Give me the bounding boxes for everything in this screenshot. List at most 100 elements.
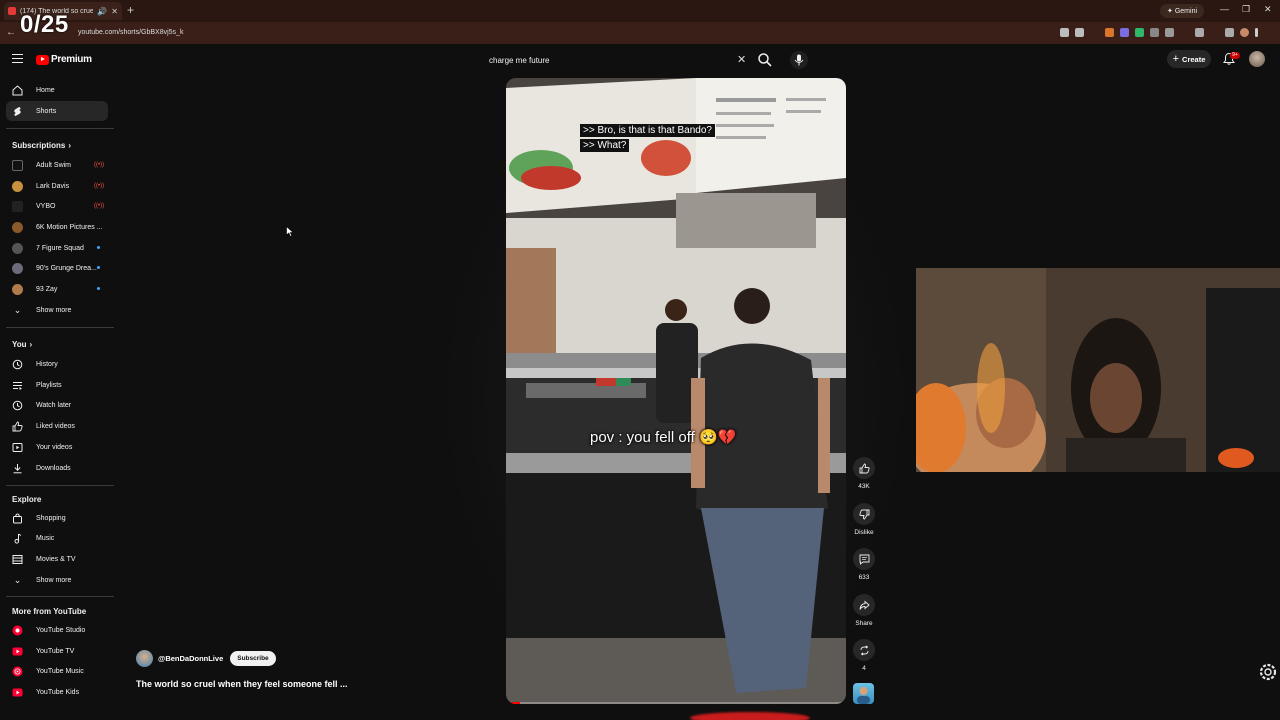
url-field[interactable]: youtube.com/shorts/GbBX8vj5s_k <box>78 29 183 36</box>
sidebar-item-home[interactable]: Home <box>6 80 108 100</box>
sound-thumbnail[interactable] <box>853 683 874 704</box>
watch-later-icon <box>12 400 23 410</box>
sidebar-sub-7-figure-squad[interactable]: 7 Figure Squad <box>6 238 108 258</box>
subscribe-button[interactable]: Subscribe <box>230 651 276 666</box>
browser-tab-bar: (174) The world so cruel wh 🔊 ✕ + ✦Gemin… <box>0 0 1280 22</box>
gear-icon[interactable] <box>1258 662 1278 682</box>
channel-avatar <box>12 242 23 254</box>
notification-badge: 9+ <box>1230 52 1240 59</box>
explore-show-more[interactable]: ⌄ Show more <box>6 570 108 590</box>
home-icon <box>12 84 23 95</box>
extension-icon[interactable] <box>1150 28 1159 37</box>
sidepanel-icon[interactable] <box>1195 28 1204 37</box>
sidebar-item-youtube-tv[interactable]: YouTube TV <box>6 641 108 661</box>
video-overlay-text: pov : you fell off 🥺💔 <box>590 429 737 446</box>
subscriptions-show-more[interactable]: ⌄ Show more <box>6 300 108 320</box>
restore-icon[interactable]: ❐ <box>1242 4 1250 15</box>
sidebar-sub-adult-swim[interactable]: Adult Swim ((•)) <box>6 155 108 175</box>
sidebar-item-label: Watch later <box>36 401 72 409</box>
sidebar-item-watch-later[interactable]: Watch later <box>6 395 108 415</box>
sidebar-item-history[interactable]: History <box>6 354 108 374</box>
sidebar-item-movies-tv[interactable]: Movies & TV <box>6 549 108 569</box>
sidebar-item-liked-videos[interactable]: Liked videos <box>6 416 108 436</box>
dislike-button[interactable]: Dislike <box>852 503 876 536</box>
comments-button[interactable]: 633 <box>852 548 876 581</box>
history-icon <box>12 359 23 369</box>
sidebar-item-shopping[interactable]: Shopping <box>6 508 108 528</box>
sidebar-sub-vybo[interactable]: VYBO ((•)) <box>6 196 108 216</box>
thumbs-up-icon <box>859 463 870 473</box>
remix-count: 4 <box>862 665 866 672</box>
sidebar-item-shorts[interactable]: Shorts <box>6 101 108 121</box>
subscription-label: Adult Swim <box>36 161 72 169</box>
sidebar-item-music[interactable]: Music <box>6 528 108 548</box>
sidebar-sub-6k-motion[interactable]: 6K Motion Pictures ... <box>6 217 108 237</box>
playlists-icon <box>13 381 22 390</box>
media-icon[interactable] <box>1225 28 1234 37</box>
bookmark-star-icon[interactable] <box>1075 28 1084 37</box>
subscription-label: Lark Davis <box>36 182 70 190</box>
puzzle-icon[interactable] <box>1165 28 1174 37</box>
sidebar-item-your-videos[interactable]: Your videos <box>6 437 108 457</box>
sidebar-item-youtube-music[interactable]: YouTube Music <box>6 661 108 681</box>
sidebar-sub-93-zay[interactable]: 93 Zay <box>6 279 108 299</box>
sound-avatar-icon <box>857 687 870 704</box>
speaker-icon[interactable]: 🔊 <box>97 7 107 16</box>
sidebar-item-youtube-kids[interactable]: YouTube Kids <box>6 682 108 702</box>
new-tab-icon[interactable]: + <box>127 3 134 17</box>
like-button[interactable]: 43K <box>852 457 876 490</box>
back-arrow-icon[interactable]: ← <box>6 27 16 38</box>
create-button[interactable]: + Create <box>1167 50 1211 68</box>
sidebar-item-downloads[interactable]: Downloads <box>6 458 108 478</box>
shorts-video-player[interactable]: >> Bro, is that is that Bando? >> What? … <box>506 78 846 704</box>
subscriptions-header[interactable]: Subscriptions › <box>12 141 71 150</box>
sidebar-item-youtube-studio[interactable]: YouTube Studio <box>6 620 108 640</box>
channel-handle[interactable]: @BenDaDonnLive <box>158 654 223 663</box>
subscription-label: VYBO <box>36 202 56 210</box>
youtube-logo[interactable]: Premium <box>36 54 92 65</box>
mouse-cursor-icon <box>286 226 294 237</box>
extension-icon[interactable] <box>1120 28 1129 37</box>
thumbs-up-icon <box>12 421 23 431</box>
account-avatar[interactable] <box>1249 51 1265 67</box>
channel-avatar[interactable] <box>136 650 153 667</box>
sidebar-divider <box>6 596 114 597</box>
clear-search-icon[interactable]: ✕ <box>737 53 746 66</box>
sidebar-sub-lark-davis[interactable]: Lark Davis ((•)) <box>6 176 108 196</box>
live-indicator-icon: ((•)) <box>94 183 105 189</box>
share-arrow-icon <box>859 600 870 610</box>
subscriptions-title: Subscriptions <box>12 141 66 150</box>
short-title[interactable]: The world so cruel when they feel someon… <box>136 679 348 689</box>
sidebar-item-label: Movies & TV <box>36 555 76 563</box>
more-from-youtube-title: More from YouTube <box>12 607 87 616</box>
gemini-label: Gemini <box>1174 7 1198 15</box>
browser-menu-icon[interactable] <box>1255 28 1258 37</box>
minimize-icon[interactable]: — <box>1220 4 1229 14</box>
sidebar-item-playlists[interactable]: Playlists <box>6 375 108 395</box>
hamburger-menu-icon[interactable] <box>12 54 23 66</box>
music-note-icon <box>14 533 22 544</box>
microphone-icon[interactable] <box>790 51 808 69</box>
extension-icon[interactable] <box>1105 28 1114 37</box>
close-tab-icon[interactable]: ✕ <box>111 7 118 16</box>
gemini-button[interactable]: ✦ Gemini <box>1160 4 1204 18</box>
live-indicator-icon: ((•)) <box>94 162 105 168</box>
sidebar-item-label: YouTube Music <box>36 667 84 675</box>
profile-icon[interactable] <box>1240 28 1249 37</box>
chevron-right-icon: › <box>68 141 72 150</box>
close-window-icon[interactable]: ✕ <box>1264 4 1272 15</box>
video-progress-bar[interactable] <box>506 702 846 704</box>
you-header[interactable]: You › <box>12 340 32 349</box>
chevron-down-icon: ⌄ <box>13 304 22 315</box>
youtube-studio-icon <box>12 625 23 635</box>
extension-icon[interactable] <box>1135 28 1144 37</box>
share-button[interactable]: Share <box>852 594 876 627</box>
youtube-play-icon <box>36 54 49 65</box>
youtube-music-icon <box>12 666 23 676</box>
webcam-overlay <box>916 268 1280 472</box>
install-icon[interactable] <box>1060 28 1069 37</box>
remix-button[interactable]: 4 <box>852 639 876 672</box>
search-icon[interactable] <box>757 52 773 68</box>
sidebar-sub-90s-grunge[interactable]: 90's Grunge Drea... <box>6 258 108 278</box>
search-input[interactable] <box>480 55 720 65</box>
